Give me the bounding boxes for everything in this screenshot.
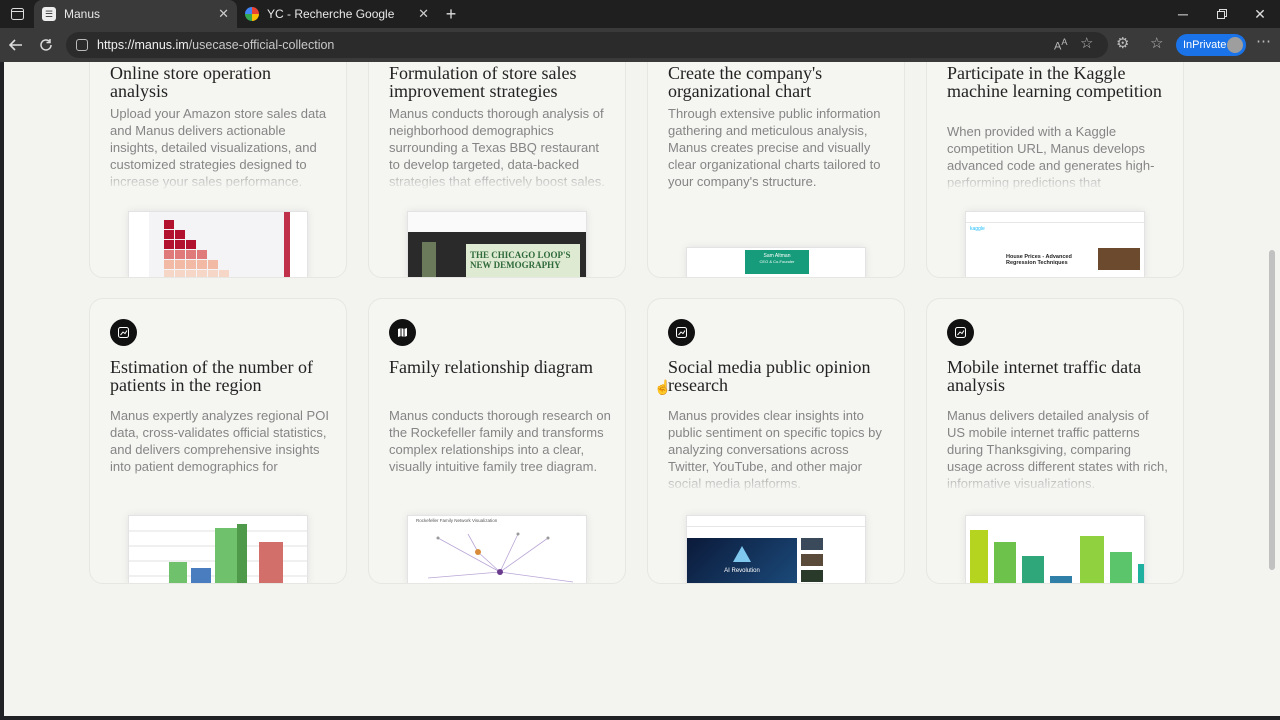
card-title: Create the company's organizational char… xyxy=(668,63,823,101)
bar-chart-3d-thumbnail xyxy=(128,515,308,583)
network-graph-thumbnail: Rockefeller Family Network Visualization xyxy=(407,515,587,583)
usecase-card[interactable]: Estimation of the number of patients in … xyxy=(89,298,347,584)
browser-toolbar: https://manus.im/usecase-official-collec… xyxy=(0,28,1280,62)
favorites-icon[interactable]: ☆ xyxy=(1150,34,1163,52)
url-text: https://manus.im/usecase-official-collec… xyxy=(97,38,335,52)
chart-icon xyxy=(947,319,974,346)
close-window-icon[interactable]: ✕ xyxy=(1237,0,1280,28)
refresh-icon[interactable] xyxy=(33,32,59,58)
chart-icon xyxy=(668,319,695,346)
card-title: Estimation of the number of patients in … xyxy=(110,357,313,395)
usecase-card[interactable]: Online store operation analysis Upload y… xyxy=(89,62,347,278)
thumbnail-headline: THE CHICAGO LOOP'S NEW DEMOGRAPHY xyxy=(466,244,580,277)
usecase-card[interactable]: Create the company's organizational char… xyxy=(647,62,905,278)
map-icon xyxy=(389,319,416,346)
lock-icon[interactable] xyxy=(76,39,88,51)
card-title: Formulation of store sales improvement s… xyxy=(389,63,577,101)
mouse-cursor-icon: ☝ xyxy=(654,379,672,395)
card-title: Participate in the Kaggle machine learni… xyxy=(947,63,1162,101)
text-fade xyxy=(369,167,625,191)
text-fade xyxy=(90,167,346,191)
video-player: AI Revolution xyxy=(687,538,797,583)
chart-icon xyxy=(110,319,137,346)
google-favicon-icon xyxy=(245,7,259,21)
usecase-card[interactable]: Participate in the Kaggle machine learni… xyxy=(926,62,1184,278)
usecase-card[interactable]: Family relationship diagram Manus conduc… xyxy=(368,298,626,584)
video-title: AI Revolution xyxy=(724,568,760,574)
thumbnail-headline: Rockefeller Family Network Visualization xyxy=(416,518,498,523)
traffic-bar-chart-thumbnail xyxy=(965,515,1145,583)
manus-favicon-icon: ☰ xyxy=(42,7,56,21)
inprivate-label: InPrivate xyxy=(1183,39,1227,51)
text-fade xyxy=(369,469,625,493)
youtube-thumbnail: AI Revolution xyxy=(686,515,866,583)
heatmap-thumbnail xyxy=(128,211,308,277)
new-tab-button[interactable]: + xyxy=(437,0,465,28)
back-arrow-icon[interactable] xyxy=(3,32,29,58)
thumbnail-headline: House Prices - Advanced Regression Techn… xyxy=(1006,254,1072,266)
card-title: Mobile internet traffic data analysis xyxy=(947,357,1142,395)
demography-thumbnail: THE CHICAGO LOOP'S NEW DEMOGRAPHY xyxy=(407,211,587,277)
card-title: Family relationship diagram xyxy=(389,357,593,377)
card-description: Through extensive public information gat… xyxy=(668,106,881,189)
close-tab-icon[interactable]: ✕ xyxy=(218,6,229,22)
kaggle-thumbnail: kaggle House Prices - Advanced Regressio… xyxy=(965,211,1145,277)
kaggle-logo-text: kaggle xyxy=(970,226,985,232)
usecase-card[interactable]: Formulation of store sales improvement s… xyxy=(368,62,626,278)
browser-tab-bar: ☰ Manus ✕ YC - Recherche Google ✕ + ─ ✕ xyxy=(0,0,1280,28)
tab-actions-icon[interactable] xyxy=(0,0,34,28)
read-aloud-icon[interactable]: AA xyxy=(1054,37,1067,53)
more-menu-icon[interactable]: ⋯ xyxy=(1256,32,1271,50)
org-chart-thumbnail: Sam Altman CEO & Co-Founder xyxy=(686,247,866,277)
card-description: Manus conducts thorough research on the … xyxy=(389,408,611,474)
page-content: Online store operation analysis Upload y… xyxy=(4,62,1266,716)
inprivate-badge[interactable]: InPrivate xyxy=(1176,34,1246,56)
text-fade xyxy=(648,469,904,493)
org-chart-node: Sam Altman CEO & Co-Founder xyxy=(745,250,809,274)
tab-google[interactable]: YC - Recherche Google ✕ xyxy=(237,0,437,28)
text-fade xyxy=(90,469,346,493)
extensions-icon[interactable]: ⚙ xyxy=(1116,34,1129,52)
tab-manus[interactable]: ☰ Manus ✕ xyxy=(34,0,237,28)
usecase-card[interactable]: Mobile internet traffic data analysis Ma… xyxy=(926,298,1184,584)
address-bar[interactable]: https://manus.im/usecase-official-collec… xyxy=(66,32,1108,58)
avatar xyxy=(1227,37,1243,53)
usecase-card[interactable]: Social media public opinion research Man… xyxy=(647,298,905,584)
card-title: Online store operation analysis xyxy=(110,63,271,101)
text-fade xyxy=(927,469,1183,493)
card-title: Social media public opinion research xyxy=(668,357,871,395)
favorite-star-icon[interactable]: ☆ xyxy=(1080,34,1093,52)
tab-title: Manus xyxy=(64,7,101,21)
card-description: Manus expertly analyzes regional POI dat… xyxy=(110,408,329,474)
close-tab-icon[interactable]: ✕ xyxy=(418,6,429,22)
text-fade xyxy=(927,167,1183,191)
tab-title: YC - Recherche Google xyxy=(267,7,395,21)
scrollbar-thumb[interactable] xyxy=(1269,250,1275,570)
